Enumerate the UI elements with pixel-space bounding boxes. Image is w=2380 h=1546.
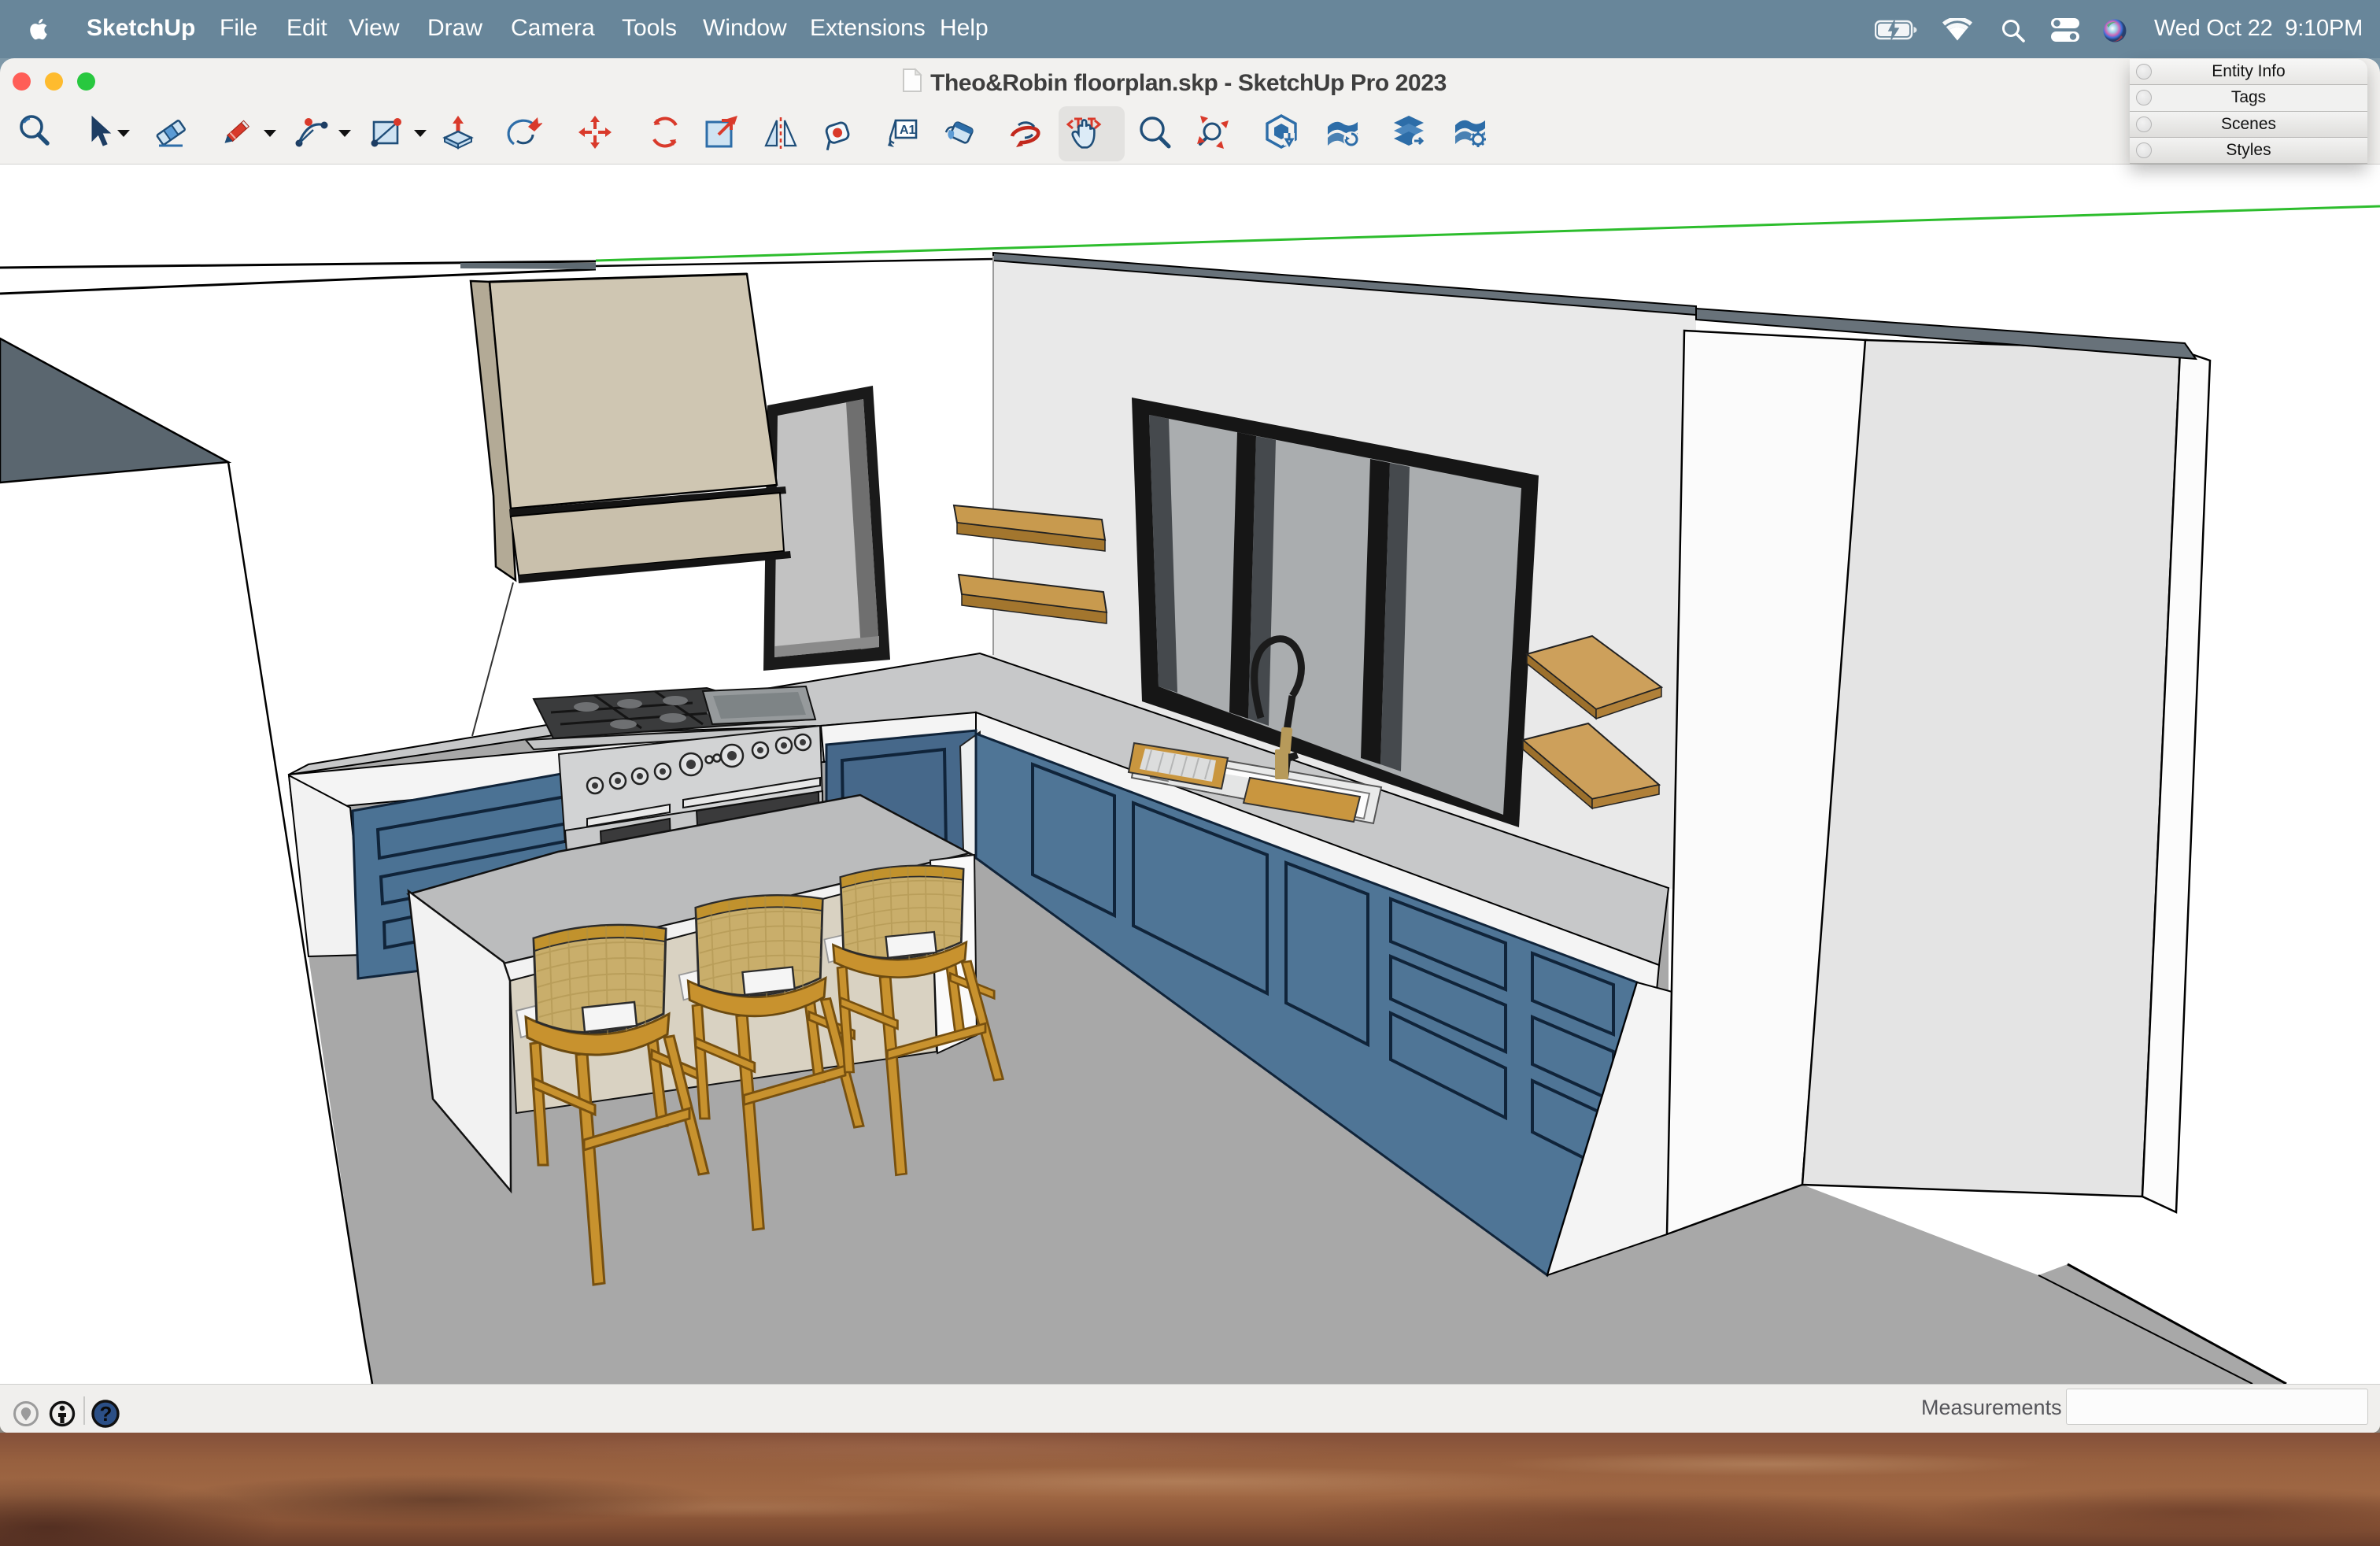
svg-text:A1: A1 <box>900 124 916 137</box>
svg-text:?: ? <box>100 1402 113 1426</box>
